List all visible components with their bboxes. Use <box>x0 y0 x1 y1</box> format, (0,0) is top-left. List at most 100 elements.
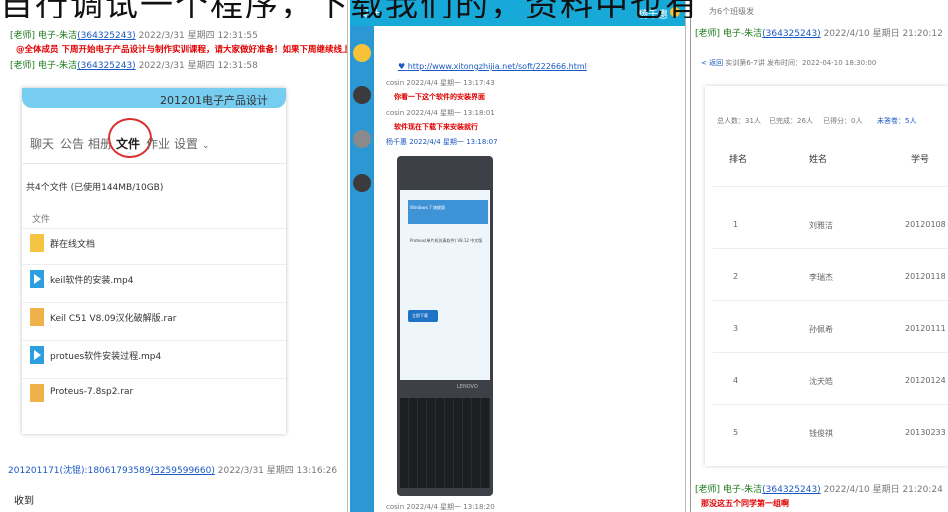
stat-unanswered[interactable]: 未答卷：5人 <box>877 116 916 126</box>
sender-id-link[interactable]: (364325243) <box>762 485 821 495</box>
id-cell: 20130233 <box>905 428 946 437</box>
message-text: 你看一下这个软件的安装界面 <box>394 93 485 101</box>
avatar[interactable] <box>353 174 371 192</box>
message-header: cosin 2022/4/4 星期一 13:17:43 <box>386 79 495 87</box>
conversation-list <box>350 26 374 512</box>
avatar[interactable] <box>353 86 371 104</box>
sender-id-link[interactable]: (364325243) <box>77 31 136 41</box>
message-time: 2022/4/10 星期日 21:20:24 <box>823 485 943 495</box>
name-cell: 沈天皓 <box>809 377 833 386</box>
group-banner-title: 201201电子产品设计 <box>160 94 268 107</box>
screen-text: Proteus(单片机仿真软件) V8.12 中文版 <box>410 238 483 243</box>
message-text: 那没这五个同学第一组啊 <box>701 499 789 508</box>
name-cell: 李瑞杰 <box>809 273 833 282</box>
sender-name: 201201171(沈锟):18061793589 <box>8 466 151 476</box>
message-time: 2022/4/10 星期日 21:20:12 <box>823 29 943 39</box>
archive-file-icon <box>30 308 44 326</box>
sender-id-link[interactable]: (364325243) <box>77 61 136 71</box>
message-header: 杨千惠 2022/4/4 星期一 13:18:07 <box>386 138 498 146</box>
tab-settings-label: 设置 <box>174 137 199 151</box>
message-header: [老师] 电子-朱洁(364325243) 2022/3/31 星期四 12:3… <box>10 58 258 71</box>
name-cell: 孙佩希 <box>809 325 833 334</box>
rank-cell: 2 <box>733 272 739 281</box>
divider <box>713 248 948 249</box>
message-text: 收到 <box>14 496 34 507</box>
message-header: [老师] 电子-朱洁(364325243) 2022/4/10 星期日 21:2… <box>695 26 943 39</box>
rank-cell: 5 <box>733 428 739 437</box>
file-row[interactable]: protues软件安装过程.mp4 <box>22 340 286 368</box>
homework-header: < 返回 实训第6-7讲 发布时间：2022-04-10 18:30:00 <box>701 58 876 68</box>
screen-banner <box>408 200 488 224</box>
video-file-icon <box>30 270 44 288</box>
id-cell: 20120108 <box>905 220 946 229</box>
private-chat-window: Q + 杨千惠 ♥ http://www.xitongzhijia.net/so… <box>350 0 686 512</box>
file-row[interactable]: Proteus-7.8sp2.rar <box>22 378 286 406</box>
message-header: [老师] 电子-朱洁(364325243) 2022/4/10 星期日 21:2… <box>695 482 943 495</box>
name-cell: 钱俊祺 <box>809 429 833 438</box>
stat-completed: 已完成：26人 <box>769 117 813 125</box>
column-header-id: 学号 <box>911 155 930 165</box>
column-header-rank: 排名 <box>729 155 748 165</box>
divider <box>713 404 948 405</box>
laptop-screen: Windows 7 旗舰版 Proteus(单片机仿真软件) V8.12 中文版… <box>400 190 490 380</box>
name-cell: 刘雅洁 <box>809 221 833 230</box>
group-files-card: 201201电子产品设计 聊天 公告 相册 文件 作业 设置 ⌄ 共4个文件 (… <box>22 88 286 434</box>
group-chat-window: [老师] 电子-朱洁(364325243) 2022/3/31 星期四 12:3… <box>0 0 348 512</box>
rank-cell: 3 <box>733 324 739 333</box>
photo-message[interactable]: Windows 7 旗舰版 Proteus(单片机仿真软件) V8.12 中文版… <box>397 156 493 496</box>
avatar[interactable] <box>353 44 371 62</box>
sender-name: [老师] 电子-朱洁 <box>10 31 78 41</box>
overlay-title: 自行调试一个程序，下载我们的，资料中也有 <box>0 0 948 18</box>
back-link[interactable]: < 返回 <box>701 59 723 67</box>
rank-cell: 4 <box>733 376 739 385</box>
video-file-icon <box>30 346 44 364</box>
task-name: 实训第6-7讲 <box>725 59 765 67</box>
rank-cell: 1 <box>733 220 739 229</box>
group-banner: 201201电子产品设计 <box>22 88 286 108</box>
download-button-label: 立即下载 <box>412 313 428 318</box>
stat-scored: 已得分：0人 <box>823 117 863 125</box>
file-row[interactable]: 群在线文档 <box>22 228 286 256</box>
id-cell: 20120111 <box>905 324 946 333</box>
stat-total: 总人数：31人 <box>717 117 761 125</box>
heart-icon: ♥ <box>398 62 406 71</box>
message-header: 201201171(沈锟):18061793589(3259599660) 20… <box>8 463 337 476</box>
id-cell: 20120124 <box>905 376 946 385</box>
homework-window: 为6个班级发 [老师] 电子-朱洁(364325243) 2022/4/10 星… <box>690 0 948 512</box>
file-column-header: 文件 <box>32 215 51 225</box>
message-text: @全体成员 下周开始电子产品设计与制作实训课程，请大家做好准备！如果下周继续线上… <box>16 45 347 55</box>
avatar[interactable] <box>353 130 371 148</box>
laptop-brand: LENOVO <box>457 384 478 390</box>
tab-homework[interactable]: 作业 <box>146 135 170 152</box>
file-name: Keil C51 V8.09汉化破解版.rar <box>50 314 177 324</box>
message-header: [老师] 电子-朱洁(364325243) 2022/3/31 星期四 12:3… <box>10 28 258 41</box>
chevron-down-icon: ⌄ <box>201 141 210 151</box>
sender-id-link[interactable]: (364325243) <box>762 29 821 39</box>
file-row[interactable]: Keil C51 V8.09汉化破解版.rar <box>22 302 286 330</box>
archive-file-icon <box>30 384 44 402</box>
message-text: 软件现在下载下来安装就行 <box>394 123 478 131</box>
file-name: keil软件的安装.mp4 <box>50 276 134 286</box>
folder-icon <box>30 234 44 252</box>
divider <box>22 163 286 164</box>
publish-time: 发布时间：2022-04-10 18:30:00 <box>767 59 877 67</box>
sender-id-link[interactable]: (3259599660) <box>151 466 215 476</box>
column-header-name: 姓名 <box>809 155 828 165</box>
tab-notice[interactable]: 公告 <box>60 135 84 152</box>
laptop-keyboard <box>400 398 490 488</box>
divider <box>713 352 948 353</box>
file-row[interactable]: keil软件的安装.mp4 <box>22 264 286 292</box>
message-time: 2022/3/31 星期四 13:16:26 <box>217 466 338 476</box>
screen-text: Windows 7 旗舰版 <box>410 205 445 210</box>
divider <box>713 300 948 301</box>
file-name: Proteus-7.8sp2.rar <box>50 387 134 397</box>
sender-name: [老师] 电子-朱洁 <box>10 61 78 71</box>
tab-chat[interactable]: 聊天 <box>30 135 54 152</box>
file-name: 群在线文档 <box>50 240 96 250</box>
message-header: cosin 2022/4/4 星期一 13:18:01 <box>386 109 495 117</box>
id-cell: 20120118 <box>905 272 946 281</box>
tab-settings[interactable]: 设置 ⌄ <box>174 135 209 152</box>
shared-link[interactable]: ♥ http://www.xitongzhijia.net/soft/22266… <box>398 62 587 71</box>
ranking-card: 总人数：31人 已完成：26人 已得分：0人 未答卷：5人 排名 姓名 学号 1… <box>705 86 948 466</box>
file-quota: 共4个文件 (已使用144MB/10GB) <box>26 183 164 193</box>
